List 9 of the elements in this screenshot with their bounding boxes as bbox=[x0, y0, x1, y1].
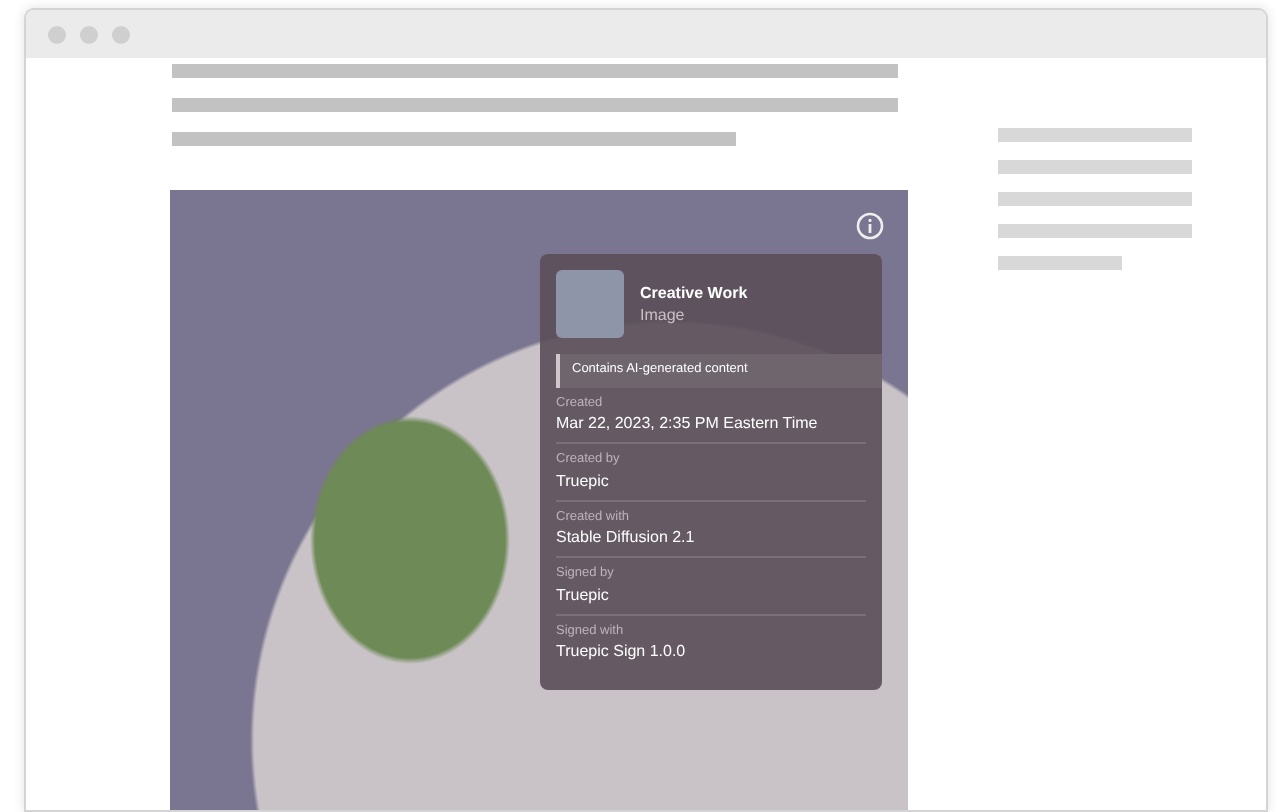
field-value: Truepic bbox=[556, 587, 611, 603]
field-value: Truepic Sign 1.0.0 bbox=[556, 644, 688, 660]
field-value: Truepic bbox=[556, 473, 611, 489]
field-value: Mar 22, 2023, 2:35 PM Eastern Time bbox=[556, 416, 820, 432]
field-value: Stable Diffusion 2.1 bbox=[556, 530, 697, 546]
thumbnail-placeholder bbox=[556, 270, 624, 338]
media-type: Image bbox=[640, 307, 687, 323]
credential-title: Creative Work bbox=[640, 285, 748, 301]
info-icon[interactable] bbox=[856, 212, 884, 240]
